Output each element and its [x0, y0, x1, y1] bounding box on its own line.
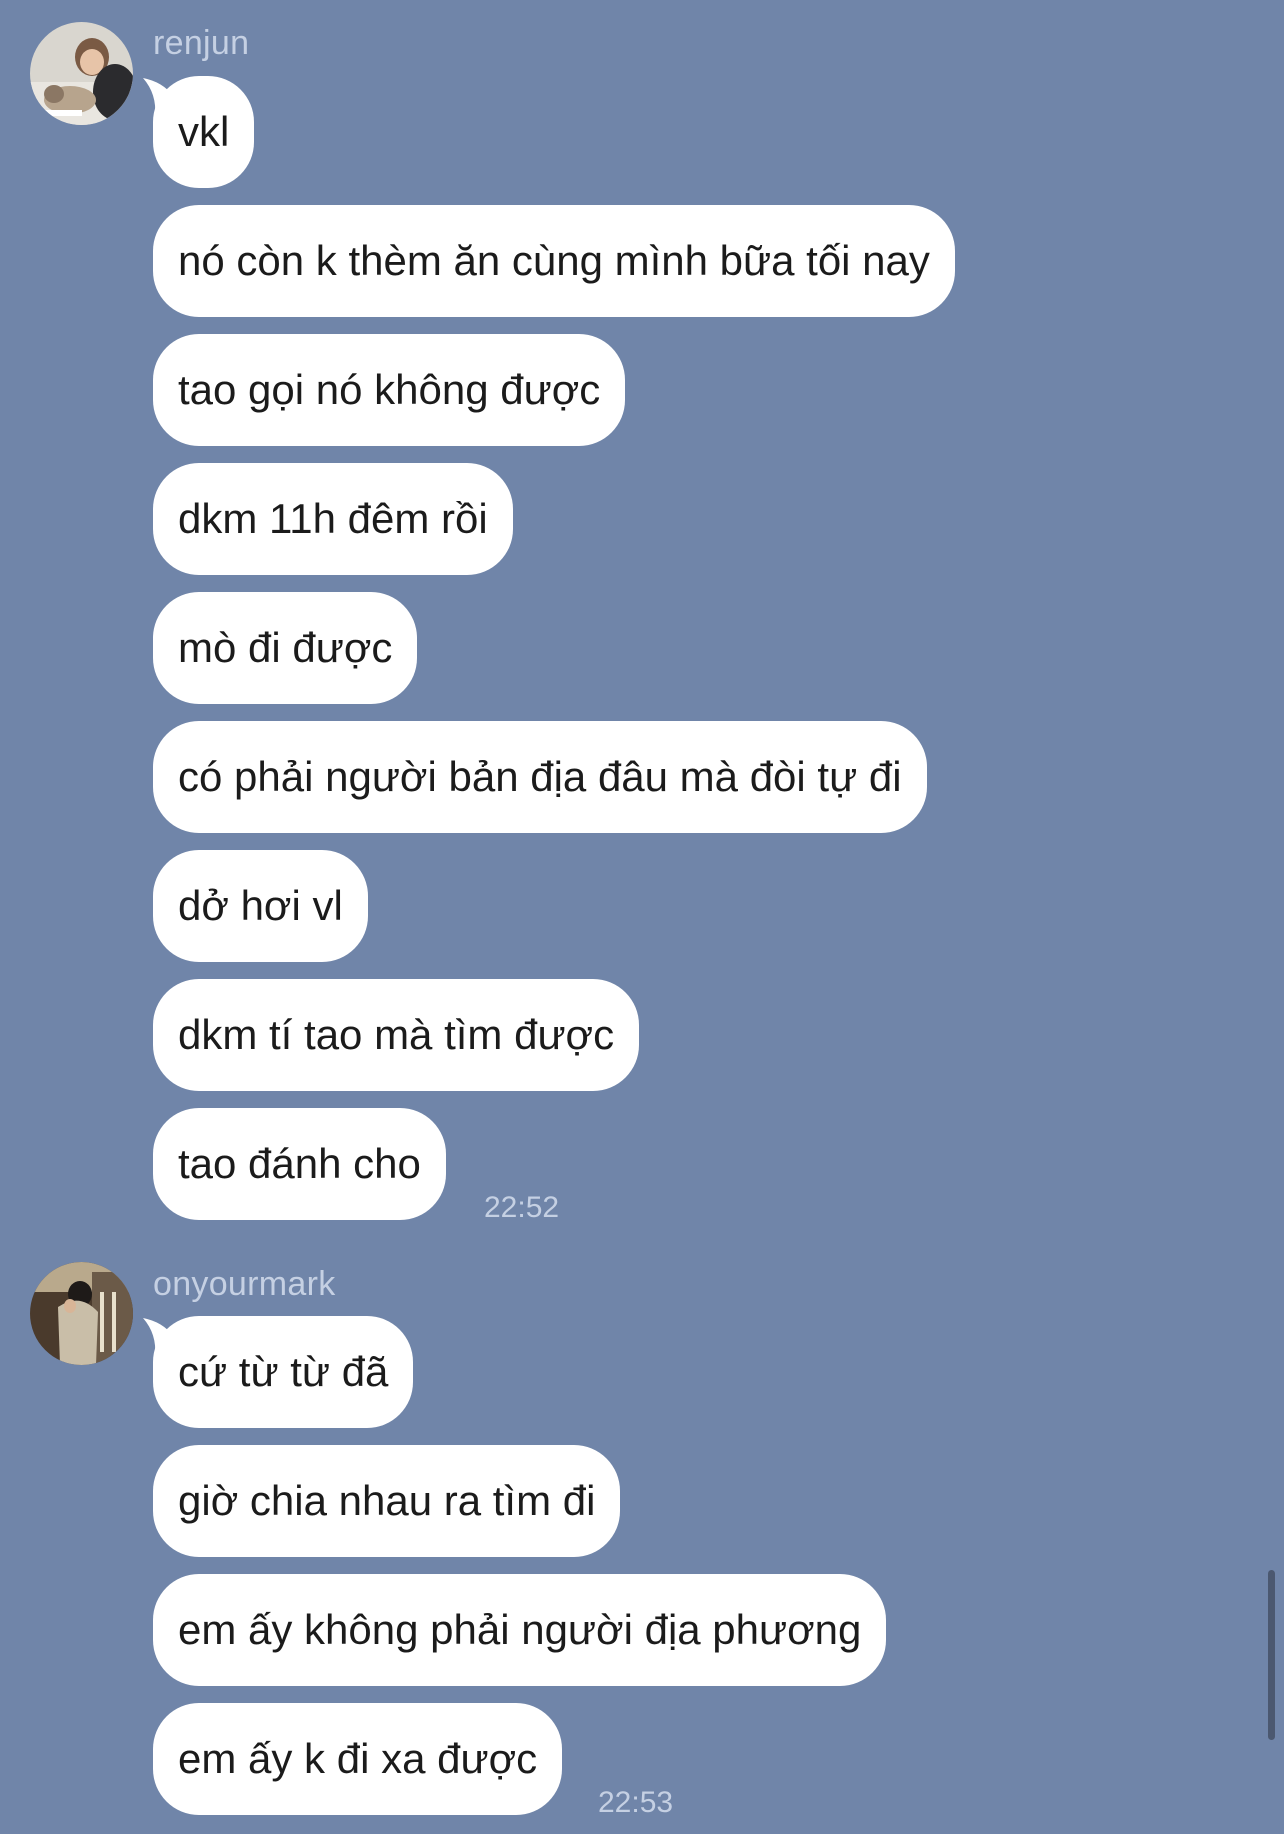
message-bubble[interactable]: dkm 11h đêm rồi — [153, 463, 513, 575]
profile-photo-icon — [30, 1262, 133, 1365]
avatar-onyourmark[interactable] — [30, 1262, 133, 1365]
message-bubble[interactable]: tao gọi nó không được — [153, 334, 626, 446]
scrollbar[interactable] — [1268, 1570, 1275, 1740]
sender-name: renjun — [153, 24, 250, 62]
message-bubble[interactable]: tao đánh cho — [153, 1108, 446, 1220]
avatar-renjun[interactable] — [30, 22, 133, 125]
sender-name: onyourmark — [153, 1265, 336, 1303]
message-bubble[interactable]: dở hơi vl — [153, 850, 368, 962]
message-bubble[interactable]: nó còn k thèm ăn cùng mình bữa tối nay — [153, 205, 955, 317]
message-bubble[interactable]: em ấy k đi xa được — [153, 1703, 563, 1815]
message-bubble[interactable]: giờ chia nhau ra tìm đi — [153, 1445, 621, 1557]
message-bubble[interactable]: cứ từ từ đã — [153, 1316, 414, 1428]
message-bubble[interactable]: dkm tí tao mà tìm được — [153, 979, 640, 1091]
message-bubble[interactable]: vkl — [153, 76, 255, 188]
message-timestamp: 22:52 — [484, 1191, 560, 1224]
message-timestamp: 22:53 — [598, 1786, 674, 1819]
profile-photo-icon — [30, 22, 133, 125]
message-bubble[interactable]: em ấy không phải người địa phương — [153, 1574, 887, 1686]
chat-view[interactable]: renjun vkl nó còn k thèm ăn cùng mình bữ… — [0, 0, 1284, 1834]
message-bubble[interactable]: có phải người bản địa đâu mà đòi tự đi — [153, 721, 927, 833]
message-bubble[interactable]: mò đi được — [153, 592, 418, 704]
